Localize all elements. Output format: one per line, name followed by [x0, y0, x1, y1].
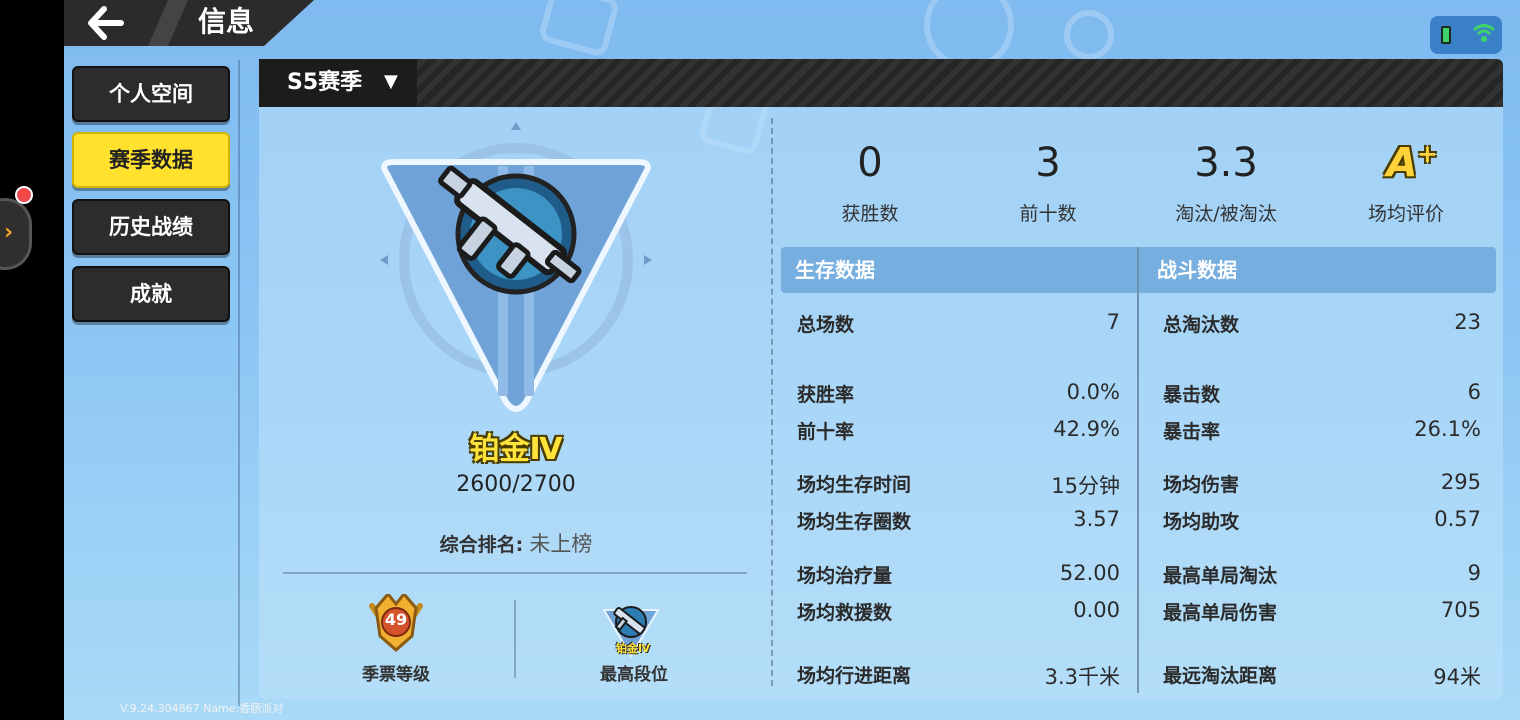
stat-label: 最高单局淘汰 — [1163, 565, 1278, 587]
stat-value: 295 — [1440, 470, 1481, 494]
stat-row: 场均行进距离 3.3千米 — [797, 661, 1120, 689]
stat-row: 场均生存圈数 3.57 — [797, 507, 1120, 533]
stat-row: 暴击数 6 — [1163, 380, 1481, 406]
stat-row: 最高单局淘汰 9 — [1163, 561, 1481, 587]
battery-icon — [1441, 26, 1451, 44]
sidebar-divider — [238, 60, 240, 706]
notification-dot — [15, 186, 33, 204]
stat-value: 6 — [1467, 380, 1481, 404]
stat-label: 场均生存时间 — [797, 474, 912, 496]
best-rank-tier: 铂金Ⅳ — [615, 642, 651, 655]
stat-label: 前十率 — [797, 421, 855, 443]
combat-section-title: 战斗数据 — [1139, 247, 1496, 293]
grade-letter: A — [1386, 140, 1418, 187]
divider — [283, 572, 747, 574]
sidebar-item-achievements[interactable]: 成就 — [72, 266, 230, 322]
back-arrow-icon[interactable] — [88, 6, 128, 40]
stat-value: 15分钟 — [1051, 474, 1120, 498]
stat-label: 场均生存圈数 — [797, 511, 912, 533]
rank-badge-icon — [380, 122, 652, 412]
stat-label: 总淘汰数 — [1163, 314, 1240, 336]
stat-label: 最高单局伤害 — [1163, 602, 1278, 624]
back-arrow-icon-svg — [88, 6, 124, 40]
stat-row: 前十率 42.9% — [797, 417, 1120, 443]
stat-value: 0.00 — [1073, 598, 1120, 622]
stat-value: 26.1% — [1414, 417, 1481, 441]
panel-header — [259, 59, 1503, 107]
stat-row: 总场数 7 — [797, 310, 1120, 336]
stat-row: 最远淘汰距离 94米 — [1163, 661, 1481, 689]
stat-value: 42.9% — [1053, 417, 1120, 441]
stat-label: 获胜率 — [797, 384, 855, 406]
stat-label: 场均行进距离 — [797, 665, 912, 687]
kd-label: 淘汰/被淘汰 — [1175, 203, 1277, 225]
stat-value: 9 — [1467, 561, 1481, 585]
rank-tier: 铂金Ⅳ — [469, 432, 563, 467]
version-text: V.9.24.304867 Name:香肠派对 — [120, 702, 284, 715]
divider — [514, 600, 516, 678]
page-title: 信息 — [198, 5, 255, 38]
kd-value: 3.3 — [1194, 140, 1258, 186]
average-grade: A+ — [1382, 140, 1442, 186]
stat-value: 0.0% — [1066, 380, 1120, 404]
stat-value: 23 — [1454, 310, 1481, 334]
stat-value: 7 — [1106, 310, 1120, 334]
overall-rank-label: 综合排名: — [439, 534, 524, 556]
season-pass-level: 49 — [384, 610, 408, 629]
stat-value: 3.3千米 — [1044, 665, 1120, 689]
stat-label: 场均助攻 — [1163, 511, 1240, 533]
sidebar-item-season-data[interactable]: 赛季数据 — [72, 132, 230, 188]
stat-row: 场均伤害 295 — [1163, 470, 1481, 496]
rank-points: 2600/2700 — [456, 472, 576, 497]
divider — [771, 118, 773, 686]
stat-label: 场均治疗量 — [797, 565, 893, 587]
stat-row: 场均治疗量 52.00 — [797, 561, 1120, 587]
top-ten-value: 3 — [1035, 140, 1061, 186]
stat-label: 总场数 — [797, 314, 855, 336]
decor-ring — [1064, 10, 1114, 60]
stat-value: 3.57 — [1073, 507, 1120, 531]
season-pass-label: 季票等级 — [362, 665, 430, 685]
caret-down-icon[interactable]: ▼ — [384, 71, 398, 92]
divider — [1137, 247, 1139, 693]
stat-row: 场均救援数 0.00 — [797, 598, 1120, 624]
best-rank-label: 最高段位 — [600, 665, 668, 685]
stat-row: 暴击率 26.1% — [1163, 417, 1481, 443]
stat-label: 暴击数 — [1163, 384, 1221, 406]
stat-value: 0.57 — [1434, 507, 1481, 531]
sidebar-item-history[interactable]: 历史战绩 — [72, 199, 230, 255]
top-ten-label: 前十数 — [1019, 203, 1077, 225]
average-grade-label: 场均评价 — [1367, 203, 1444, 225]
sidebar-item-personal-space[interactable]: 个人空间 — [72, 66, 230, 122]
stat-value: 94米 — [1433, 665, 1481, 689]
survival-section-title: 生存数据 — [781, 247, 1137, 293]
wins-label: 获胜数 — [841, 203, 899, 225]
stat-label: 场均救援数 — [797, 602, 893, 624]
stat-row: 场均助攻 0.57 — [1163, 507, 1481, 533]
wifi-icon — [1472, 22, 1496, 49]
wins-value: 0 — [857, 140, 883, 186]
stat-row: 获胜率 0.0% — [797, 380, 1120, 406]
stat-row: 场均生存时间 15分钟 — [797, 470, 1120, 498]
stat-row: 总淘汰数 23 — [1163, 310, 1481, 336]
overall-rank-value: 未上榜 — [529, 532, 593, 556]
stat-label: 最远淘汰距离 — [1163, 665, 1278, 687]
stat-value: 52.00 — [1059, 561, 1120, 585]
decor-square — [537, 0, 621, 59]
grade-plus: + — [1417, 140, 1438, 168]
overall-rank: 综合排名: 未上榜 — [400, 528, 632, 558]
stat-label: 场均伤害 — [1163, 474, 1240, 496]
stat-row: 最高单局伤害 705 — [1163, 598, 1481, 624]
stat-value: 705 — [1440, 598, 1481, 622]
chevron-right-icon[interactable]: › — [4, 220, 13, 245]
stat-label: 暴击率 — [1163, 421, 1221, 443]
